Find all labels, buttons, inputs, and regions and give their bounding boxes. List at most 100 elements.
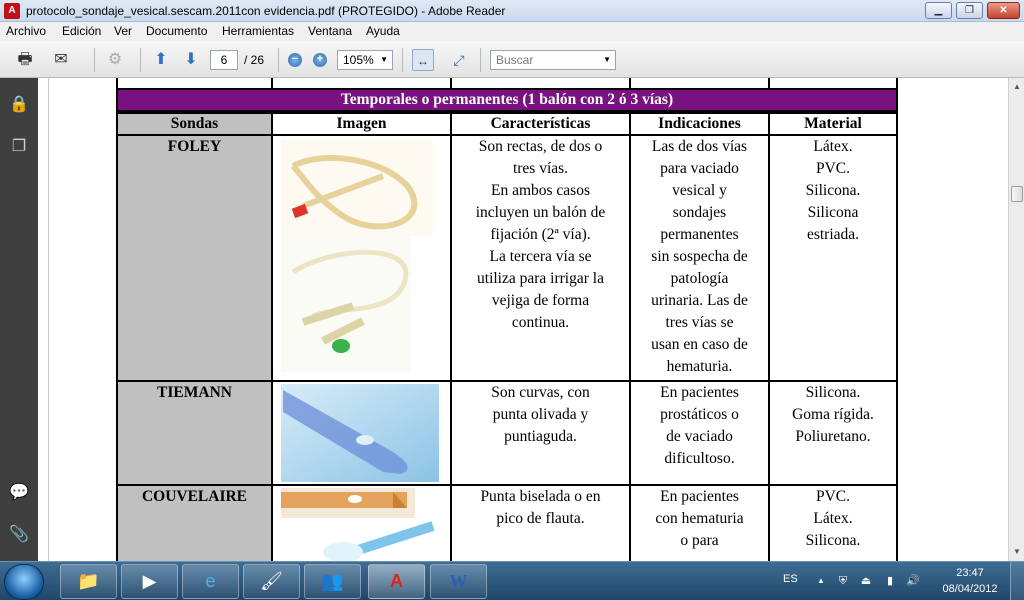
share-icon[interactable]: ✉ (50, 49, 72, 71)
maximize-button[interactable]: ❐ (956, 2, 983, 19)
table-line (450, 78, 452, 88)
menu-ver[interactable]: Ver (114, 24, 132, 38)
text-line: o para (680, 532, 719, 549)
toolbar-separator (94, 48, 95, 72)
search-input[interactable]: Buscar ▼ (490, 50, 616, 70)
text-line: urinaria. Las de (651, 292, 748, 309)
adobe-reader-task-icon[interactable]: A (368, 564, 425, 599)
material-foley: Látex. PVC. Silicona. Silicona estriada. (768, 134, 898, 382)
table-line (896, 78, 898, 88)
text-line: dificultoso. (664, 450, 735, 467)
minimize-button[interactable]: ▁ (925, 2, 952, 19)
text-line: vesical y (672, 182, 727, 199)
text-line: PVC. (815, 160, 851, 177)
text-line: punta olivada y (492, 406, 589, 423)
material-tiemann: Silicona. Goma rígida. Poliuretano. (768, 380, 898, 486)
text-line: tres vías. (512, 160, 569, 177)
menu-edicion[interactable]: Edición (62, 24, 101, 38)
text-line: sin sospecha de (651, 248, 748, 265)
text-line: Látex. (813, 510, 853, 527)
paint-icon[interactable]: 🖌 (243, 564, 300, 599)
document-view[interactable]: Temporales o permanentes (1 balón con 2 … (38, 78, 1008, 561)
media-player-icon[interactable]: ▶ (121, 564, 178, 599)
start-button[interactable] (4, 564, 44, 600)
scroll-down-icon[interactable]: ▼ (1010, 545, 1024, 559)
text-line: Son rectas, de dos o (478, 138, 603, 155)
show-hidden-icons-icon[interactable]: ▲ (813, 573, 829, 589)
sonda-name: FOLEY (167, 138, 222, 155)
text-line: Punta biselada o en (480, 488, 601, 505)
security-icon[interactable]: ⛨ (835, 573, 851, 589)
indicaciones-tiemann: En pacientes prostáticos o de vaciado di… (629, 380, 770, 486)
table-line (271, 78, 273, 88)
comments-icon[interactable]: 💬 (8, 482, 30, 504)
text-line: puntiaguda. (504, 428, 577, 445)
zoom-in-button[interactable]: + (313, 53, 327, 67)
fit-width-icon[interactable]: ↔ (412, 49, 434, 71)
text-line: fijación (2ª vía). (490, 226, 591, 243)
material-couvelaire: PVC. Látex. Silicona. (768, 484, 898, 561)
clock-date[interactable]: 08/04/2012 (940, 583, 1000, 595)
toolbar: 🖶 ✉ ⚙ ⬆ ⬇ 6 / 26 − + 105% ▼ ↔ ⤢ Buscar ▼ (0, 41, 1024, 78)
table-line (768, 78, 770, 88)
text-line: vejiga de forma (491, 292, 590, 309)
pages-icon[interactable]: ❐ (8, 136, 30, 158)
text-line: tres vías se (665, 314, 734, 331)
text-line: En pacientes (660, 384, 739, 401)
close-button[interactable]: ✕ (987, 2, 1020, 19)
vertical-scrollbar[interactable]: ▲ ▼ (1008, 78, 1024, 561)
fit-page-icon[interactable]: ⤢ (448, 49, 470, 71)
word-icon[interactable]: W (430, 564, 487, 599)
caracteristicas-couvelaire: Punta biselada o en pico de flauta. (450, 484, 631, 561)
volume-icon[interactable]: 🔊 (905, 573, 921, 589)
foley-catheter-image (281, 140, 433, 372)
menu-documento[interactable]: Documento (146, 24, 207, 38)
previous-page-icon[interactable]: ⬆ (150, 49, 172, 71)
language-indicator[interactable]: ES (783, 573, 798, 585)
attachments-icon[interactable]: 📎 (8, 524, 30, 546)
text-line: de vaciado (666, 428, 733, 445)
lock-icon[interactable]: 🔒 (8, 94, 30, 116)
text-line: con hematuria (655, 510, 744, 527)
text-line: Silicona. (805, 182, 861, 199)
page-number-input[interactable]: 6 (210, 50, 238, 70)
internet-explorer-icon[interactable]: e (182, 564, 239, 599)
menu-ventana[interactable]: Ventana (308, 24, 352, 38)
next-page-icon[interactable]: ⬇ (180, 49, 202, 71)
navigation-panel: 🔒 ❐ 💬 📎 (0, 78, 38, 561)
text-line: Silicona (807, 204, 859, 221)
usb-icon[interactable]: ⏏ (858, 573, 874, 589)
row-name-tiemann: TIEMANN (116, 380, 273, 486)
menu-ayuda[interactable]: Ayuda (366, 24, 400, 38)
page-edge (48, 78, 49, 561)
sonda-name: TIEMANN (157, 384, 232, 401)
show-desktop-button[interactable] (1010, 562, 1024, 600)
text-line: Goma rígida. (792, 406, 874, 423)
zoom-out-button[interactable]: − (288, 53, 302, 67)
scroll-thumb[interactable] (1011, 186, 1023, 202)
title-bar: A protocolo_sondaje_vesical.sescam.2011c… (0, 0, 1024, 22)
text-line: Látex. (813, 138, 853, 155)
zoom-select[interactable]: 105% ▼ (337, 50, 393, 70)
chevron-down-icon: ▼ (380, 55, 388, 64)
messenger-icon[interactable]: 👥 (304, 564, 361, 599)
explorer-icon[interactable]: 📁 (60, 564, 117, 599)
caracteristicas-foley: Son rectas, de dos o tres vías. En ambos… (450, 134, 631, 382)
table-line (629, 78, 631, 88)
text-line: permanentes (660, 226, 739, 243)
menu-herramientas[interactable]: Herramientas (222, 24, 294, 38)
toolbar-separator (402, 48, 403, 72)
clock-time[interactable]: 23:47 (940, 567, 1000, 579)
menu-archivo[interactable]: Archivo (6, 24, 46, 38)
text-line: Silicona. (805, 532, 861, 549)
toolbar-separator (278, 48, 279, 72)
window-title: protocolo_sondaje_vesical.sescam.2011con… (26, 4, 506, 18)
scroll-up-icon[interactable]: ▲ (1010, 80, 1024, 94)
header-material: Material (768, 112, 898, 136)
print-icon[interactable]: 🖶 (14, 49, 36, 71)
network-icon[interactable]: ▮ (882, 573, 898, 589)
zoom-value: 105% (343, 53, 374, 67)
image-cell-couvelaire (271, 484, 452, 561)
caracteristicas-tiemann: Son curvas, con punta olivada y puntiagu… (450, 380, 631, 486)
indicaciones-foley: Las de dos vías para vaciado vesical y s… (629, 134, 770, 382)
